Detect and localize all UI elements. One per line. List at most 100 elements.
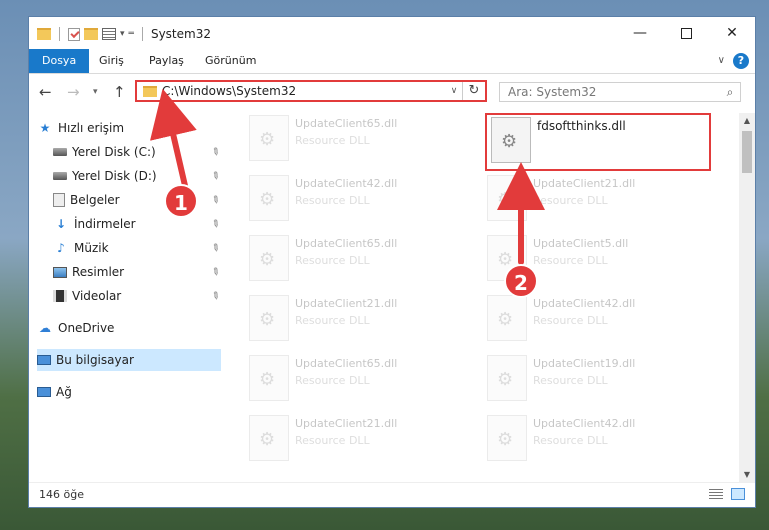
file-name: UpdateClient65.dll: [295, 117, 398, 130]
item-count: 146 öğe: [39, 488, 84, 501]
file-name: UpdateClient19.dll: [533, 357, 636, 370]
ribbon-tabs: Dosya Giriş Paylaş Görünüm ∨ ?: [29, 49, 755, 74]
minimize-button[interactable]: —: [617, 17, 663, 49]
file-item[interactable]: UpdateClient65.dll Resource DLL: [223, 233, 455, 287]
file-item[interactable]: UpdateClient42.dll Resource DLL: [461, 293, 693, 347]
file-item[interactable]: UpdateClient21.dll Resource DLL: [461, 173, 693, 227]
sidebar-item-label: Bu bilgisayar: [56, 353, 134, 367]
search-input[interactable]: Ara: System32: [508, 85, 720, 99]
new-folder-icon[interactable]: [84, 28, 98, 40]
pin-icon[interactable]: ✎: [208, 169, 221, 183]
file-type: Resource DLL: [533, 374, 608, 387]
search-box[interactable]: Ara: System32 ⌕: [499, 82, 741, 102]
file-item[interactable]: UpdateClient42.dll Resource DLL: [223, 173, 455, 227]
back-button[interactable]: ←: [39, 83, 52, 101]
dll-file-icon: [487, 355, 527, 401]
sidebar-item-label: Müzik: [74, 241, 109, 255]
sidebar-item-label: OneDrive: [58, 321, 115, 335]
recent-locations-button[interactable]: ▾: [93, 87, 98, 97]
file-item[interactable]: UpdateClient21.dll Resource DLL: [223, 293, 455, 347]
file-item[interactable]: UpdateClient21.dll Resource DLL: [223, 413, 455, 467]
scrollbar-thumb[interactable]: [742, 131, 752, 173]
title-bar: ▾ ═ System32 — ✕: [29, 17, 755, 49]
file-type: Resource DLL: [295, 434, 370, 447]
divider: [141, 27, 143, 41]
step-badge-2: 2: [504, 264, 538, 298]
sidebar-item-music[interactable]: ♪ Müzik ✎: [53, 237, 221, 259]
tab-home[interactable]: Giriş: [87, 49, 136, 73]
pin-icon[interactable]: ✎: [208, 217, 221, 231]
sidebar-item-pictures[interactable]: Resimler ✎: [53, 261, 221, 283]
file-item[interactable]: UpdateClient65.dll Resource DLL: [223, 353, 455, 407]
address-history-dropdown[interactable]: ∨: [446, 86, 462, 96]
music-note-icon: ♪: [57, 241, 65, 255]
star-icon: ★: [39, 121, 51, 135]
file-item[interactable]: UpdateClient19.dll Resource DLL: [461, 353, 693, 407]
pin-icon[interactable]: ✎: [208, 289, 221, 303]
file-item-fdsoftthinks[interactable]: fdsoftthinks.dll: [485, 113, 711, 171]
pin-icon[interactable]: ✎: [208, 193, 221, 207]
file-name: UpdateClient42.dll: [533, 417, 636, 430]
sidebar-item-network[interactable]: Ağ: [37, 381, 221, 403]
sidebar-item-local-disk-c[interactable]: Yerel Disk (C:) ✎: [53, 141, 221, 163]
expand-ribbon-icon[interactable]: ∨: [718, 55, 725, 66]
sidebar-item-label: Yerel Disk (C:): [72, 145, 156, 159]
sidebar-item-this-pc[interactable]: Bu bilgisayar: [37, 349, 221, 371]
file-item[interactable]: UpdateClient42.dll Resource DLL: [461, 413, 693, 467]
file-type: Resource DLL: [533, 434, 608, 447]
search-icon[interactable]: ⌕: [720, 85, 740, 100]
large-icons-view-icon[interactable]: [731, 488, 745, 500]
properties-icon[interactable]: [102, 28, 116, 40]
address-path[interactable]: C:\Windows\System32: [162, 84, 446, 98]
refresh-button[interactable]: ↻: [462, 82, 485, 100]
sidebar-item-local-disk-d[interactable]: Yerel Disk (D:) ✎: [53, 165, 221, 187]
vertical-scrollbar[interactable]: ▲ ▼: [739, 113, 755, 483]
dll-file-icon: [249, 355, 289, 401]
details-view-icon[interactable]: [709, 489, 723, 500]
pin-icon[interactable]: ✎: [208, 265, 221, 279]
tab-file[interactable]: Dosya: [29, 49, 90, 73]
checklist-icon[interactable]: [68, 27, 80, 41]
dll-file-icon: [487, 415, 527, 461]
file-name: UpdateClient42.dll: [533, 297, 636, 310]
sidebar-item-label: Hızlı erişim: [58, 121, 125, 135]
tab-share[interactable]: Paylaş: [137, 49, 196, 73]
sidebar-item-quick-access[interactable]: ★ Hızlı erişim: [37, 117, 229, 139]
file-type: Resource DLL: [295, 314, 370, 327]
chevron-down-icon[interactable]: ▾: [120, 29, 125, 39]
up-button[interactable]: ↑: [113, 83, 126, 101]
navigation-pane: ★ Hızlı erişim Yerel Disk (C:) ✎ Yerel D…: [29, 113, 221, 465]
maximize-button[interactable]: [663, 17, 709, 49]
file-type: Resource DLL: [533, 314, 608, 327]
dll-file-icon: [249, 295, 289, 341]
sidebar-item-downloads[interactable]: ↓ İndirmeler ✎: [53, 213, 221, 235]
scroll-up-arrow-icon[interactable]: ▲: [739, 113, 755, 129]
explorer-window: ▾ ═ System32 — ✕ Dosya Giriş Paylaş Görü…: [28, 16, 756, 508]
forward-button[interactable]: →: [67, 83, 80, 101]
file-item[interactable]: UpdateClient65.dll Resource DLL: [223, 113, 455, 167]
cloud-icon: ☁: [39, 321, 51, 335]
file-name: fdsoftthinks.dll: [537, 119, 626, 133]
sidebar-item-onedrive[interactable]: ☁ OneDrive: [37, 317, 221, 339]
scroll-down-arrow-icon[interactable]: ▼: [739, 467, 755, 483]
file-name: UpdateClient21.dll: [295, 417, 398, 430]
help-icon[interactable]: ?: [733, 53, 749, 69]
pin-icon[interactable]: ✎: [208, 241, 221, 255]
sidebar-item-label: Videolar: [72, 289, 122, 303]
file-name: UpdateClient65.dll: [295, 357, 398, 370]
divider: [59, 27, 60, 41]
computer-icon: [37, 355, 51, 365]
document-icon: [53, 193, 65, 207]
close-button[interactable]: ✕: [709, 17, 755, 49]
dll-file-icon: [249, 175, 289, 221]
tab-view[interactable]: Görünüm: [193, 49, 268, 73]
sidebar-item-label: İndirmeler: [74, 217, 136, 231]
customize-toolbar-icon[interactable]: ═: [129, 29, 134, 39]
dll-file-icon: [491, 117, 531, 163]
pin-icon[interactable]: ✎: [208, 145, 221, 159]
dll-file-icon: [249, 415, 289, 461]
file-item[interactable]: UpdateClient5.dll Resource DLL: [461, 233, 693, 287]
sidebar-item-videos[interactable]: Videolar ✎: [53, 285, 221, 307]
address-bar[interactable]: C:\Windows\System32 ∨ ↻: [135, 80, 487, 102]
file-name: UpdateClient21.dll: [295, 297, 398, 310]
